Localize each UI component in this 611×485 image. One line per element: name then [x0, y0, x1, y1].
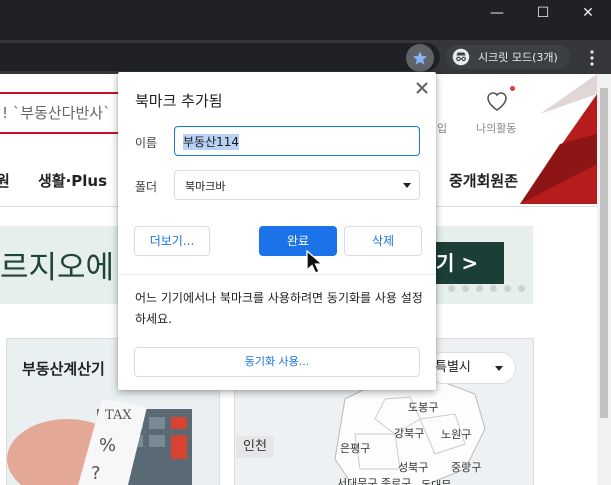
address-bar[interactable] [0, 43, 440, 71]
nav-item-life-plus[interactable]: 생활·Plus [38, 170, 107, 191]
site-search-text: ! `부동산다반사` [2, 104, 111, 122]
banner-dots[interactable] [448, 285, 525, 292]
map-label-nowon[interactable]: 노원구 [441, 426, 471, 442]
folder-select[interactable]: 북마크바 [174, 170, 420, 200]
map-label-incheon[interactable]: 인천 [236, 436, 274, 458]
more-button[interactable]: 더보기... [134, 226, 210, 256]
map-label-gangbuk[interactable]: 강북구 [394, 425, 424, 441]
dropdown-caret-icon [403, 183, 411, 188]
map-label-seodaemun-jongno[interactable]: 서대문구 종로구 [337, 475, 411, 485]
nav-item-agent-zone[interactable]: 중개회원존 [449, 170, 518, 191]
bookmark-name-value: 부동산114 [183, 134, 240, 150]
banner-button[interactable]: 기 > [430, 242, 504, 284]
bookmark-star-button[interactable] [406, 44, 434, 72]
maximize-button[interactable]: ☐ [520, 0, 566, 26]
browser-toolbar: 시크릿 모드(3개) [0, 40, 611, 74]
bookmark-name-input[interactable]: 부동산114 [174, 126, 420, 156]
region-select[interactable]: 특별시 [428, 352, 516, 384]
dialog-title: 북마크 추가됨 [135, 92, 223, 110]
sync-promo-message: 어느 기기에서나 북마크를 사용하려면 동기화를 사용 설정하세요. [135, 291, 423, 326]
map-label-seongbuk[interactable]: 성북구 [398, 459, 428, 475]
bookmark-added-dialog: 북마크 추가됨 이름 부동산114 폴더 북마크바 더보기... 완료 삭제 어… [118, 72, 436, 390]
login-link[interactable]: 입 [437, 120, 447, 136]
incognito-badge[interactable]: 시크릿 모드(3개) [446, 45, 570, 69]
heart-icon[interactable] [485, 90, 509, 112]
header-decoration [520, 74, 597, 204]
close-icon[interactable] [412, 78, 432, 98]
my-activity-link[interactable]: 나의활동 [476, 120, 516, 136]
delete-button[interactable]: 삭제 [344, 226, 422, 256]
dialog-divider [118, 274, 436, 275]
svg-text:?: ? [91, 463, 101, 484]
star-icon [413, 51, 427, 65]
svg-text:%: % [99, 435, 116, 456]
page-scrollbar-thumb[interactable] [600, 88, 608, 418]
title-bar: — ☐ ✕ [0, 0, 611, 40]
map-label-eunpyeong[interactable]: 은평구 [340, 440, 370, 456]
calculator-title: 부동산계산기 [22, 360, 105, 378]
nav-item-partial[interactable]: 원 [0, 170, 10, 191]
close-window-button[interactable]: ✕ [565, 0, 611, 26]
tax-text: TAX [105, 408, 132, 423]
notification-dot [510, 86, 515, 91]
region-select-value: 특별시 [435, 360, 471, 375]
incognito-icon [452, 48, 470, 66]
map-label-jungnang[interactable]: 중랑구 [451, 459, 481, 475]
mouse-cursor-icon [306, 250, 324, 274]
folder-select-value: 북마크바 [185, 180, 226, 193]
chevron-down-icon [495, 366, 503, 371]
menu-kebab-icon[interactable] [585, 50, 599, 66]
name-label: 이름 [135, 136, 158, 150]
folder-label: 폴더 [135, 180, 158, 194]
minimize-button[interactable]: — [474, 0, 520, 26]
map-label-dongdaemun[interactable]: 동대문 [421, 477, 451, 485]
incognito-label: 시크릿 모드(3개) [478, 51, 558, 64]
map-label-dobong[interactable]: 도봉구 [408, 399, 438, 415]
enable-sync-button[interactable]: 동기화 사용... [134, 347, 420, 377]
